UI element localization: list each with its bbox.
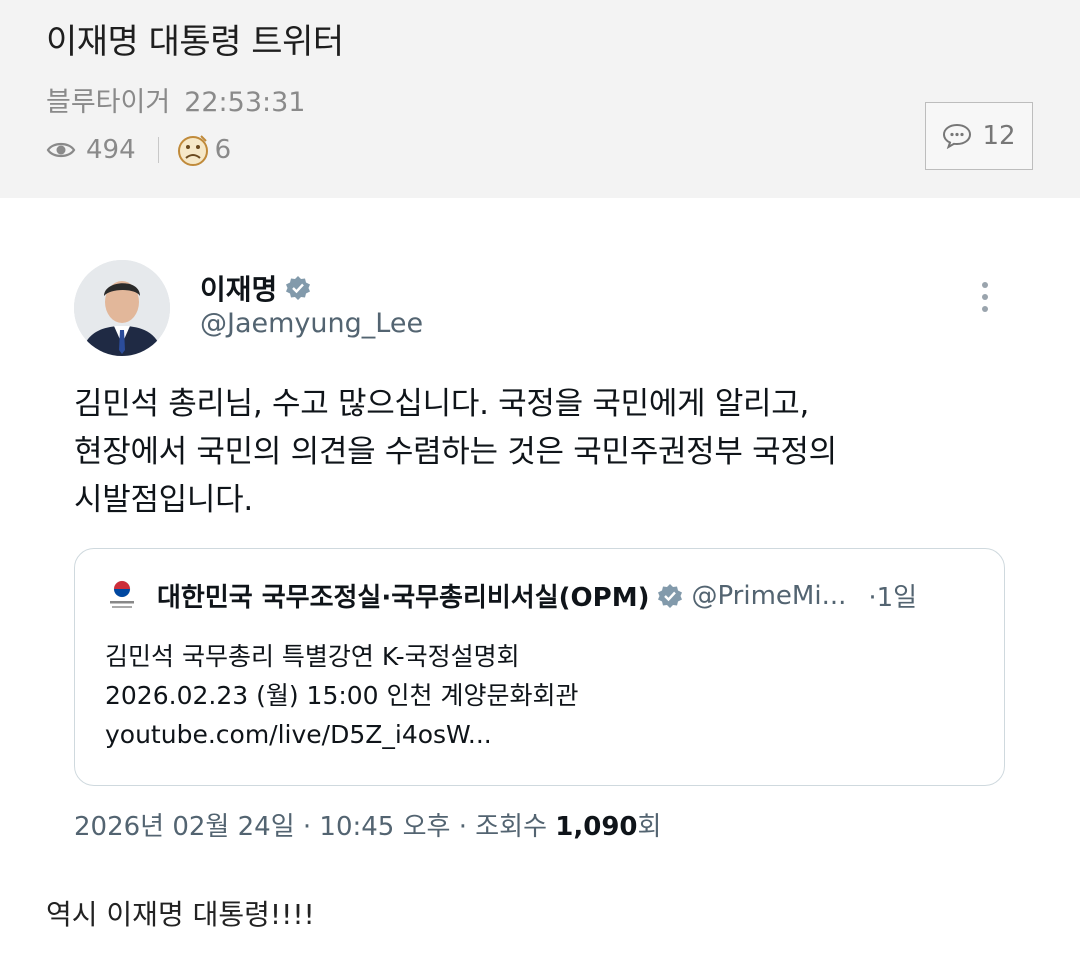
government-logo-icon [110,580,134,608]
post-title: 이재명 대통령 트위터 [46,22,344,62]
quoted-line: 김민석 국무총리 특별강연 K-국정설명회 [105,642,520,671]
quoted-handle[interactable]: @PrimeMi... [691,581,846,611]
tweet-handle[interactable]: @Jaemyung_Lee [200,308,423,339]
tweet-view-suffix: 회 [637,812,662,842]
reaction-count: 6 [214,135,232,165]
tweet-author-name[interactable]: 이재명 [200,268,311,308]
comment-icon [943,123,972,149]
post-header: 이재명 대통령 트위터 블루타이거 22:53:31 494 6 12 [0,0,1080,198]
more-options-icon[interactable] [979,282,991,318]
view-count: 494 [86,135,136,165]
quoted-time: ·1일 [868,583,918,613]
post-meta: 블루타이거 22:53:31 [46,80,305,119]
verified-badge-icon [658,583,683,608]
reaction-emoji-icon[interactable] [175,132,211,168]
tweet-text-line: 김민석 총리님, 수고 많으십니다. 국정을 국민에게 알리고, [74,386,810,422]
quoted-link[interactable]: youtube.com/live/D5Z_i4osW... [105,715,578,754]
post-author[interactable]: 블루타이거 [46,87,170,118]
tweet-meta: 2026년 02월 24일 · 10:45 오후 · 조회수 1,090회 [74,806,661,843]
tweet-text-line: 현장에서 국민의 의견을 수렴하는 것은 국민주권정부 국정의 [74,434,837,470]
author-name-text: 이재명 [200,273,278,306]
tweet-text: 김민석 총리님, 수고 많으십니다. 국정을 국민에게 알리고, 현장에서 국민… [74,380,954,524]
comment-count-button[interactable]: 12 [925,102,1033,170]
verified-badge-icon [286,276,311,300]
avatar[interactable] [74,260,170,356]
quoted-tweet-header: 대한민국 국무조정실·국무총리비서실(OPM) @PrimeMi... ·1일 [109,577,917,614]
post-stats: 494 6 [46,132,231,168]
tweet-text-line: 시발점입니다. [74,482,253,518]
eye-icon [46,142,76,158]
quoted-tweet[interactable]: 대한민국 국무조정실·국무총리비서실(OPM) @PrimeMi... ·1일 … [74,548,1005,786]
post-body-text: 역시 이재명 대통령!!!! [46,898,315,931]
tweet-view-count: 1,090 [555,812,638,842]
post-time: 22:53:31 [184,87,306,118]
avatar-portrait-icon [74,260,170,356]
quoted-line: 2026.02.23 (월) 15:00 인천 계양문화회관 [105,681,579,710]
quoted-author-name[interactable]: 대한민국 국무조정실·국무총리비서실(OPM) [157,577,649,614]
tweet-date: 2026년 02월 24일 · 10:45 오후 · 조회수 [74,812,556,842]
comment-count: 12 [982,121,1016,151]
divider [157,137,159,163]
quoted-body: 김민석 국무총리 특별강연 K-국정설명회 2026.02.23 (월) 15:… [105,637,578,754]
